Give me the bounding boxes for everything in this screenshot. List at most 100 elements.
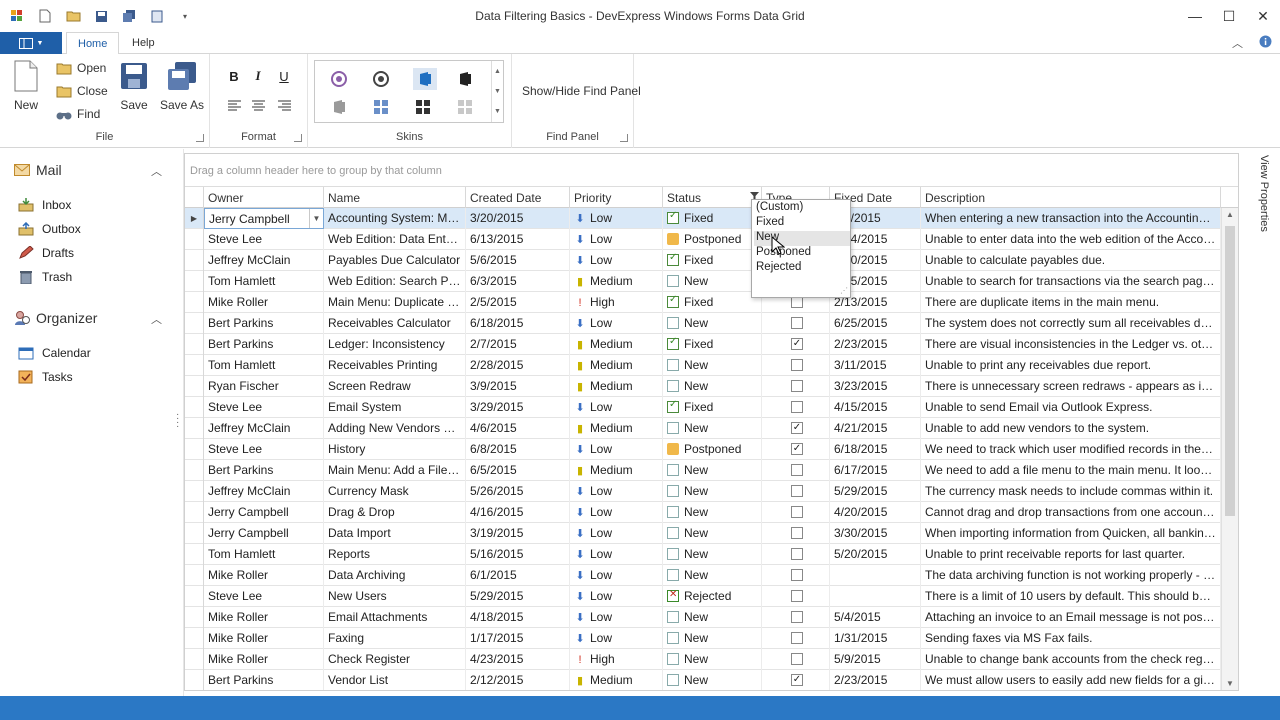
cell-desc[interactable]: Sending faxes via MS Fax fails. bbox=[921, 628, 1221, 649]
cell-fixed[interactable]: 6/18/2015 bbox=[830, 439, 921, 460]
cell-priority[interactable]: ⬇ Low bbox=[570, 628, 663, 649]
cell-owner[interactable]: Jerry Campbell bbox=[204, 523, 324, 544]
scroll-down-icon[interactable]: ▼ bbox=[494, 88, 501, 95]
cell-name[interactable]: History bbox=[324, 439, 466, 460]
vertical-scrollbar[interactable]: ▲ ▼ bbox=[1221, 208, 1238, 690]
cell-priority[interactable]: ▮ Medium bbox=[570, 670, 663, 690]
cell-status[interactable]: New bbox=[663, 628, 762, 649]
table-row[interactable]: Bert Parkins Receivables Calculator 6/18/2… bbox=[185, 313, 1221, 334]
row-indicator[interactable] bbox=[185, 250, 204, 271]
checkbox-unchecked[interactable] bbox=[791, 611, 803, 623]
cell-type[interactable] bbox=[762, 628, 830, 649]
cell-name[interactable]: Data Archiving bbox=[324, 565, 466, 586]
cell-status[interactable]: New bbox=[663, 649, 762, 670]
cell-priority[interactable]: ⬇ Low bbox=[570, 208, 663, 229]
cell-fixed[interactable]: 3/23/2015 bbox=[830, 376, 921, 397]
cell-type[interactable] bbox=[762, 649, 830, 670]
align-right-icon[interactable] bbox=[274, 95, 294, 115]
cell-owner[interactable]: Tom Hamlett bbox=[204, 544, 324, 565]
application-menu-button[interactable]: ▼ bbox=[0, 32, 62, 54]
row-indicator[interactable] bbox=[185, 439, 204, 460]
skin-metro-light-icon[interactable] bbox=[455, 97, 475, 117]
cell-created[interactable]: 6/5/2015 bbox=[466, 460, 570, 481]
cell-type[interactable] bbox=[762, 397, 830, 418]
cell-created[interactable]: 4/16/2015 bbox=[466, 502, 570, 523]
table-row[interactable]: Steve Lee Email System 3/29/2015 ⬇ Low ✓ Fixed… bbox=[185, 397, 1221, 418]
chevron-down-icon[interactable]: ▼ bbox=[309, 209, 323, 228]
table-row[interactable]: Bert Parkins Main Menu: Add a File menu 6/… bbox=[185, 460, 1221, 481]
table-row[interactable]: ▶ Jerry Campbell ▼ Accounting System: Mast.… bbox=[185, 208, 1221, 229]
table-row[interactable]: Bert Parkins Ledger: Inconsistency 2/7/201… bbox=[185, 334, 1221, 355]
cell-desc[interactable]: Unable to change bank accounts from the … bbox=[921, 649, 1221, 670]
cell-desc[interactable]: Attaching an invoice to an Email message… bbox=[921, 607, 1221, 628]
cell-priority[interactable]: ⬇ Low bbox=[570, 229, 663, 250]
skin-office-gray-icon[interactable] bbox=[329, 97, 349, 117]
cell-owner[interactable]: Mike Roller bbox=[204, 628, 324, 649]
checkbox-unchecked[interactable] bbox=[791, 506, 803, 518]
cell-owner[interactable]: Bert Parkins bbox=[204, 334, 324, 355]
cell-fixed[interactable]: 5/9/2015 bbox=[830, 649, 921, 670]
cell-status[interactable]: New bbox=[663, 460, 762, 481]
table-row[interactable]: Jeffrey McClain Adding New Vendors Fails 4… bbox=[185, 418, 1221, 439]
cell-status[interactable]: ✕ Rejected bbox=[663, 586, 762, 607]
cell-priority[interactable]: ⬇ Low bbox=[570, 544, 663, 565]
row-indicator[interactable] bbox=[185, 313, 204, 334]
filter-option[interactable]: New bbox=[754, 231, 850, 246]
cell-priority[interactable]: ▮ Medium bbox=[570, 334, 663, 355]
row-indicator[interactable] bbox=[185, 607, 204, 628]
cell-type[interactable] bbox=[762, 586, 830, 607]
row-indicator[interactable] bbox=[185, 565, 204, 586]
cell-priority[interactable]: ▮ Medium bbox=[570, 418, 663, 439]
cell-status[interactable]: Postponed bbox=[663, 439, 762, 460]
cell-type[interactable] bbox=[762, 460, 830, 481]
table-row[interactable]: Bert Parkins Vendor List 2/12/2015 ▮ Medium N… bbox=[185, 670, 1221, 690]
nav-item-inbox[interactable]: Inbox bbox=[18, 195, 71, 215]
pane-splitter[interactable]: · · · · bbox=[176, 410, 180, 432]
row-indicator[interactable] bbox=[185, 418, 204, 439]
new-button[interactable]: New bbox=[10, 58, 42, 112]
cell-created[interactable]: 6/1/2015 bbox=[466, 565, 570, 586]
table-row[interactable]: Ryan Fischer Screen Redraw 3/9/2015 ▮ Medium… bbox=[185, 376, 1221, 397]
row-indicator[interactable]: ▶ bbox=[185, 208, 204, 229]
cell-name[interactable]: Main Menu: Add a File menu bbox=[324, 460, 466, 481]
column-header-name[interactable]: Name bbox=[324, 187, 466, 208]
cell-owner[interactable]: Mike Roller bbox=[204, 565, 324, 586]
cell-status[interactable]: New bbox=[663, 607, 762, 628]
cell-desc[interactable]: The system does not correctly sum all re… bbox=[921, 313, 1221, 334]
table-row[interactable]: Steve Lee New Users 5/29/2015 ⬇ Low ✕ Rejected… bbox=[185, 586, 1221, 607]
checkbox-unchecked[interactable] bbox=[791, 653, 803, 665]
cell-name[interactable]: Vendor List bbox=[324, 670, 466, 690]
cell-created[interactable]: 3/29/2015 bbox=[466, 397, 570, 418]
cell-priority[interactable]: ▮ Medium bbox=[570, 460, 663, 481]
align-center-icon[interactable] bbox=[248, 95, 268, 115]
cell-owner[interactable]: Mike Roller bbox=[204, 607, 324, 628]
cell-desc[interactable]: We must allow users to easily add new fi… bbox=[921, 670, 1221, 690]
owner-combobox[interactable]: Jerry Campbell ▼ bbox=[204, 208, 324, 229]
cell-priority[interactable]: ⬇ Low bbox=[570, 586, 663, 607]
cell-type[interactable]: ✓ bbox=[762, 439, 830, 460]
cell-fixed[interactable]: 1/31/2015 bbox=[830, 628, 921, 649]
table-row[interactable]: Steve Lee Web Edition: Data Entry ... 6/13… bbox=[185, 229, 1221, 250]
scroll-down-icon[interactable]: ▼ bbox=[1222, 679, 1238, 688]
row-indicator[interactable] bbox=[185, 649, 204, 670]
file-group-launcher[interactable] bbox=[196, 134, 204, 142]
cell-desc[interactable]: Unable to print any receivables due repo… bbox=[921, 355, 1221, 376]
nav-item-calendar[interactable]: Calendar bbox=[18, 343, 91, 363]
cell-type[interactable] bbox=[762, 523, 830, 544]
cell-priority[interactable]: ⬇ Low bbox=[570, 565, 663, 586]
save-as-button[interactable]: Save As bbox=[160, 58, 204, 112]
table-row[interactable]: Jeffrey McClain Currency Mask 5/26/2015 ⬇ Lo… bbox=[185, 481, 1221, 502]
cell-created[interactable]: 2/12/2015 bbox=[466, 670, 570, 690]
cell-type[interactable]: ✓ bbox=[762, 418, 830, 439]
checkbox-unchecked[interactable] bbox=[791, 632, 803, 644]
cell-owner[interactable]: Bert Parkins bbox=[204, 670, 324, 690]
cell-created[interactable]: 6/18/2015 bbox=[466, 313, 570, 334]
cell-created[interactable]: 4/6/2015 bbox=[466, 418, 570, 439]
cell-desc[interactable]: Unable to send Email via Outlook Express… bbox=[921, 397, 1221, 418]
table-row[interactable]: Mike Roller Email Attachments 4/18/2015 ⬇ Lo… bbox=[185, 607, 1221, 628]
cell-name[interactable]: Receivables Printing bbox=[324, 355, 466, 376]
column-header-created-date[interactable]: Created Date bbox=[466, 187, 570, 208]
row-indicator[interactable] bbox=[185, 544, 204, 565]
cell-fixed[interactable]: 2/23/2015 bbox=[830, 670, 921, 690]
cell-desc[interactable]: Unable to enter data into the web editio… bbox=[921, 229, 1221, 250]
